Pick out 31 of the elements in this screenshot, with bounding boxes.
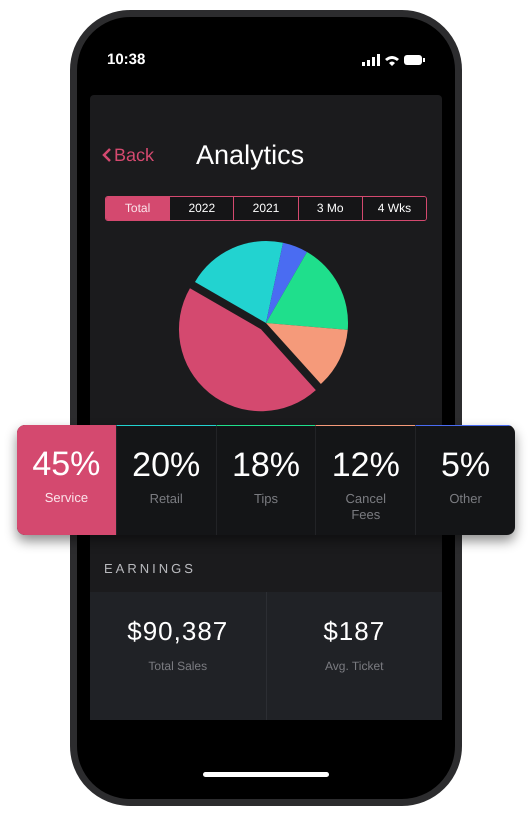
wifi-icon — [385, 54, 399, 66]
section-heading: EARNINGS — [103, 560, 197, 578]
metric-value: $187 — [323, 615, 386, 648]
stat-percent: 18% — [232, 448, 300, 482]
stat-card[interactable]: 5% Other — [415, 424, 515, 534]
stat-card[interactable]: 20% Retail — [116, 424, 216, 534]
stat-card[interactable]: 45% Service — [17, 424, 116, 534]
stat-percent: 20% — [132, 448, 200, 482]
chevron-left-icon — [102, 147, 112, 164]
stat-label: Service — [44, 490, 90, 506]
period-tab[interactable]: 2021 — [233, 196, 298, 220]
metric-label: Avg. Ticket — [325, 658, 384, 675]
stat-percent: 45% — [32, 446, 100, 480]
metric-value: $90,387 — [127, 615, 228, 648]
stat-label: Retail — [148, 490, 184, 506]
stat-label: Cancel Fees — [344, 490, 388, 522]
stat-card[interactable]: 12% Cancel Fees — [315, 424, 416, 534]
back-button[interactable]: Back — [102, 142, 154, 169]
stat-label: Tips — [252, 490, 280, 506]
stat-label: Other — [448, 490, 483, 506]
period-tab[interactable]: 2022 — [169, 196, 234, 220]
stat-percent: 5% — [441, 448, 490, 482]
stat-card[interactable]: 18% Tips — [216, 424, 316, 534]
page-title: Analytics — [196, 139, 304, 172]
period-tab[interactable]: 4 Wks — [362, 196, 426, 220]
battery-icon — [404, 55, 425, 65]
stat-percent: 12% — [332, 448, 400, 482]
status-time: 10:38 — [107, 50, 146, 70]
signal-icon — [362, 54, 380, 66]
period-tab[interactable]: 3 Mo — [298, 196, 362, 220]
metric-label: Total Sales — [148, 658, 208, 675]
